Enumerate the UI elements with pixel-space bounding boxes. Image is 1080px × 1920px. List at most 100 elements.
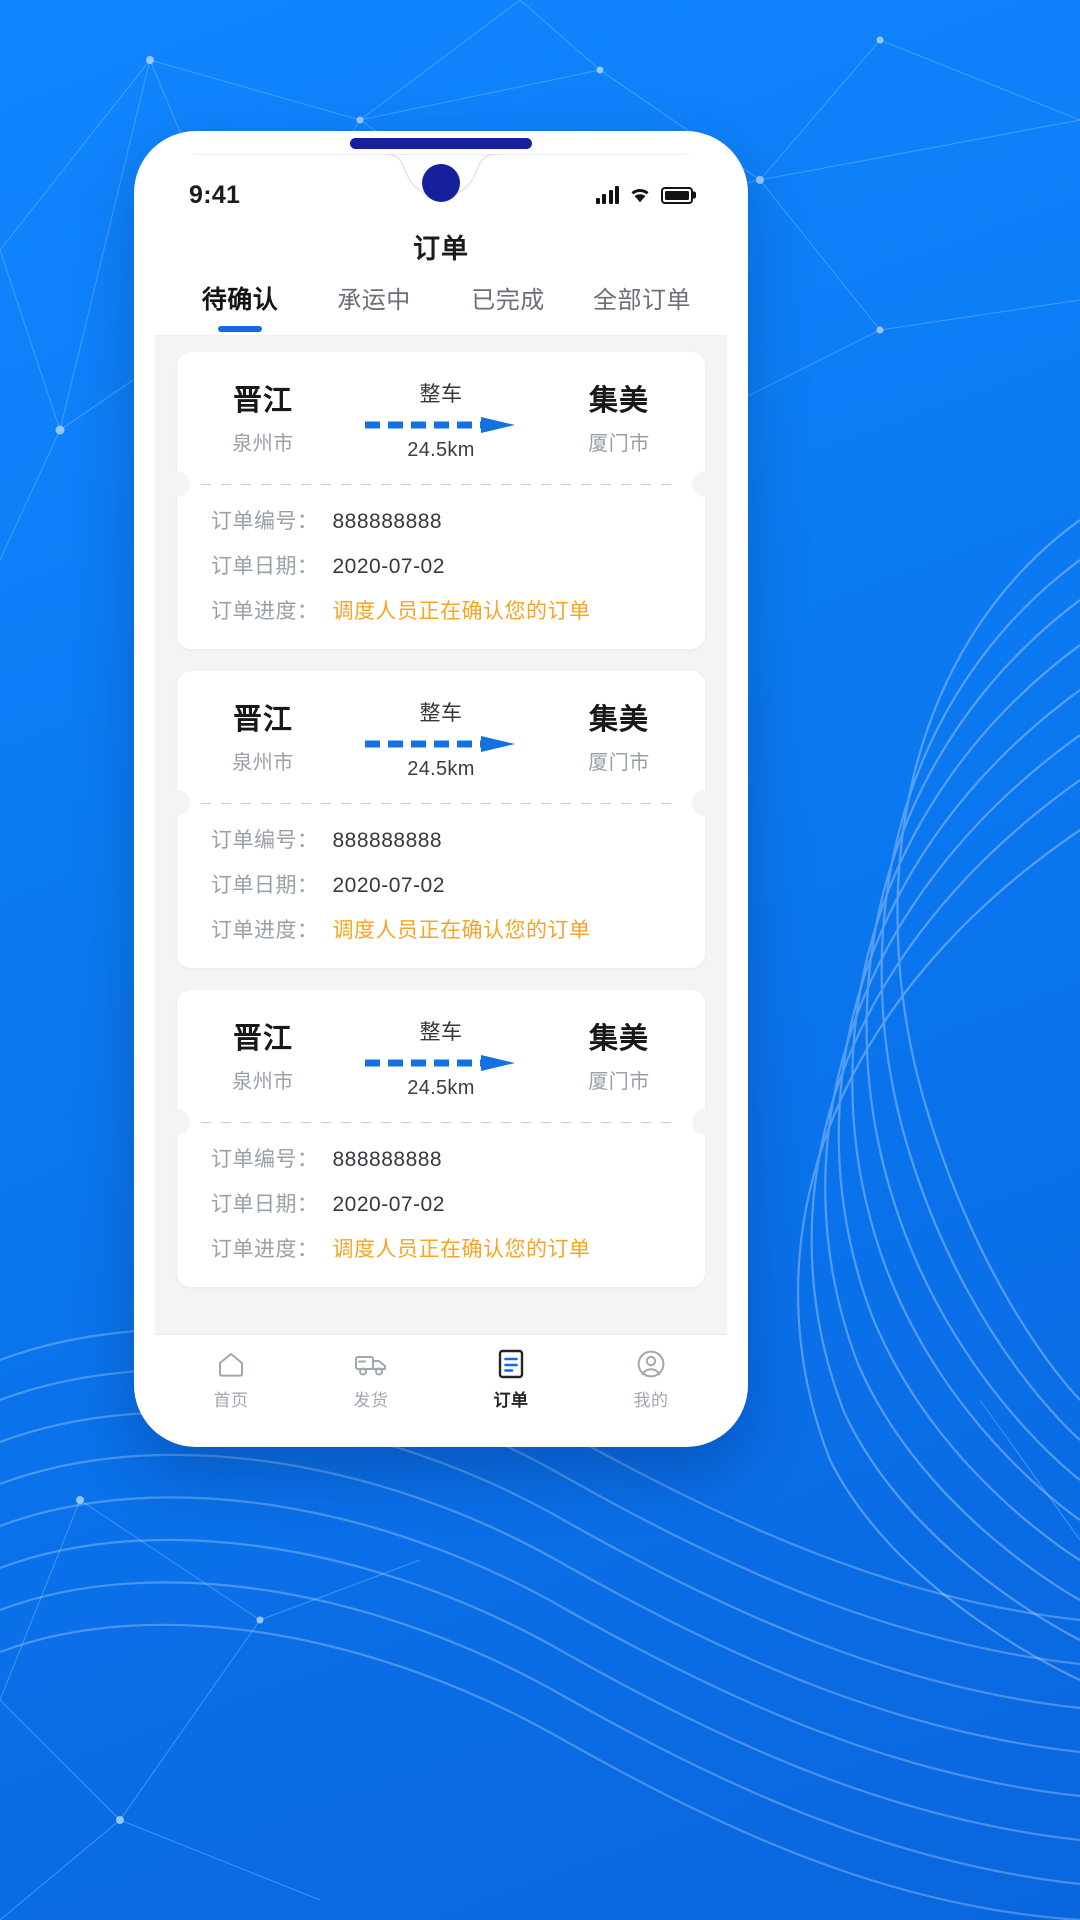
- route-distance: 24.5km: [407, 439, 475, 461]
- order-progress-value: 调度人员正在确认您的订单: [332, 600, 591, 623]
- order-date-label: 订单日期：: [211, 555, 319, 578]
- nav-label: 首页: [213, 1390, 249, 1410]
- destination-region: 厦门市: [588, 751, 650, 774]
- route-destination: 集美 厦门市: [567, 703, 671, 774]
- ticket-divider: [164, 790, 718, 816]
- wifi-icon: [631, 188, 649, 202]
- order-date-label: 订单日期：: [211, 874, 319, 897]
- order-number-label: 订单编号：: [211, 829, 319, 852]
- tab-label: 待确认: [201, 286, 279, 314]
- origin-city: 晋江: [232, 385, 293, 418]
- tab-active-indicator: [352, 325, 396, 331]
- signal-bars-icon: [595, 186, 619, 204]
- order-progress-value: 调度人员正在确认您的订单: [332, 1238, 591, 1261]
- order-status-tabs: 待确认 承运中 已完成 全部订单: [155, 274, 727, 336]
- destination-region: 厦门市: [588, 432, 650, 455]
- order-card[interactable]: 晋江 泉州市 整车 24.5km 集美 厦门市 订单编号： 888888888 …: [164, 352, 718, 649]
- tab-completed[interactable]: 已完成: [441, 278, 575, 331]
- origin-city: 晋江: [232, 1023, 293, 1056]
- order-progress-label: 订单进度：: [211, 919, 319, 942]
- transport-type: 整车: [419, 1021, 463, 1044]
- order-date-row: 订单日期： 2020-07-02: [211, 1188, 671, 1218]
- order-progress-label: 订单进度：: [211, 600, 319, 623]
- destination-region: 厦门市: [588, 1070, 650, 1093]
- route-distance: 24.5km: [407, 1077, 475, 1099]
- nav-label: 订单: [493, 1390, 529, 1410]
- origin-region: 泉州市: [232, 1070, 294, 1093]
- status-icons: [595, 186, 693, 205]
- destination-city: 集美: [588, 704, 649, 737]
- order-details: 订单编号： 888888888 订单日期： 2020-07-02 订单进度： 调…: [177, 485, 705, 649]
- order-date-row: 订单日期： 2020-07-02: [211, 550, 671, 580]
- order-progress-row: 订单进度： 调度人员正在确认您的订单: [211, 595, 671, 625]
- order-date-row: 订单日期： 2020-07-02: [211, 869, 671, 899]
- home-icon: [214, 1349, 248, 1379]
- tab-all-orders[interactable]: 全部订单: [575, 278, 709, 331]
- order-date-value: 2020-07-02: [332, 555, 445, 578]
- order-route: 晋江 泉州市 整车 24.5km 集美 厦门市: [177, 671, 705, 803]
- order-date-label: 订单日期：: [211, 1193, 319, 1216]
- tab-label: 已完成: [471, 287, 545, 314]
- order-number-label: 订单编号：: [211, 510, 319, 533]
- order-card[interactable]: 晋江 泉州市 整车 24.5km 集美 厦门市 订单编号： 888888888 …: [164, 671, 718, 968]
- order-progress-row: 订单进度： 调度人员正在确认您的订单: [211, 914, 671, 944]
- order-number-row: 订单编号： 888888888: [211, 1143, 671, 1173]
- battery-full-icon: [661, 186, 693, 204]
- order-card[interactable]: 晋江 泉州市 整车 24.5km 集美 厦门市 订单编号： 888888888 …: [164, 990, 718, 1287]
- ticket-divider: [164, 1109, 718, 1135]
- dashed-arrow-icon: [365, 417, 515, 433]
- order-number-value: 888888888: [332, 829, 443, 852]
- order-date-value: 2020-07-02: [332, 874, 445, 897]
- tab-active-indicator: [486, 325, 530, 331]
- order-progress-label: 订单进度：: [211, 1238, 319, 1261]
- order-progress-value: 调度人员正在确认您的订单: [332, 919, 591, 942]
- ticket-notch-right: [692, 1109, 718, 1135]
- order-route: 晋江 泉州市 整车 24.5km 集美 厦门市: [177, 352, 705, 484]
- speaker-bar: [350, 138, 532, 149]
- order-route: 晋江 泉州市 整车 24.5km 集美 厦门市: [177, 990, 705, 1122]
- phone-screen: 9:41 订单 待确认 承运中 已完成 全部订单 晋江 泉州市 整车 24.5k…: [155, 154, 727, 1426]
- tab-pending-confirm[interactable]: 待确认: [173, 278, 307, 332]
- origin-city: 晋江: [232, 704, 293, 737]
- status-time: 9:41: [189, 180, 241, 209]
- dashed-line: [201, 484, 681, 485]
- transport-type: 整车: [419, 383, 463, 406]
- bottom-navigation: 首页 发货 订单 我的: [155, 1334, 727, 1426]
- route-origin: 晋江 泉州市: [211, 703, 315, 774]
- nav-item-orders[interactable]: 订单: [441, 1349, 581, 1411]
- order-details: 订单编号： 888888888 订单日期： 2020-07-02 订单进度： 调…: [177, 804, 705, 968]
- tab-label: 承运中: [337, 287, 411, 314]
- dashed-arrow-icon: [365, 736, 515, 752]
- order-details: 订单编号： 888888888 订单日期： 2020-07-02 订单进度： 调…: [177, 1123, 705, 1287]
- ticket-notch-left: [164, 471, 190, 497]
- route-destination: 集美 厦门市: [567, 384, 671, 455]
- truck-icon: [354, 1349, 388, 1379]
- tab-active-indicator: [218, 326, 262, 332]
- order-progress-row: 订单进度： 调度人员正在确认您的订单: [211, 1233, 671, 1263]
- route-middle: 整车 24.5km: [315, 697, 567, 781]
- nav-item-profile[interactable]: 我的: [581, 1349, 721, 1411]
- order-number-value: 888888888: [332, 510, 443, 533]
- dashed-line: [201, 803, 681, 804]
- nav-item-home[interactable]: 首页: [161, 1349, 301, 1411]
- ticket-notch-right: [692, 471, 718, 497]
- order-date-value: 2020-07-02: [332, 1193, 445, 1216]
- nav-item-shipping[interactable]: 发货: [301, 1349, 441, 1411]
- order-number-value: 888888888: [332, 1148, 443, 1171]
- ticket-notch-left: [164, 790, 190, 816]
- destination-city: 集美: [588, 385, 649, 418]
- front-camera-dot: [422, 164, 460, 202]
- dashed-line: [201, 1122, 681, 1123]
- route-origin: 晋江 泉州市: [211, 384, 315, 455]
- order-number-label: 订单编号：: [211, 1148, 319, 1171]
- order-number-row: 订单编号： 888888888: [211, 824, 671, 854]
- destination-city: 集美: [588, 1023, 649, 1056]
- origin-region: 泉州市: [232, 432, 294, 455]
- user-icon: [634, 1349, 668, 1379]
- origin-region: 泉州市: [232, 751, 294, 774]
- order-list[interactable]: 晋江 泉州市 整车 24.5km 集美 厦门市 订单编号： 888888888 …: [155, 336, 727, 1334]
- tab-in-transit[interactable]: 承运中: [307, 278, 441, 331]
- phone-frame: 9:41 订单 待确认 承运中 已完成 全部订单 晋江 泉州市 整车 24.5k…: [134, 131, 748, 1447]
- order-list-icon: [494, 1349, 528, 1379]
- tab-active-indicator: [620, 325, 664, 331]
